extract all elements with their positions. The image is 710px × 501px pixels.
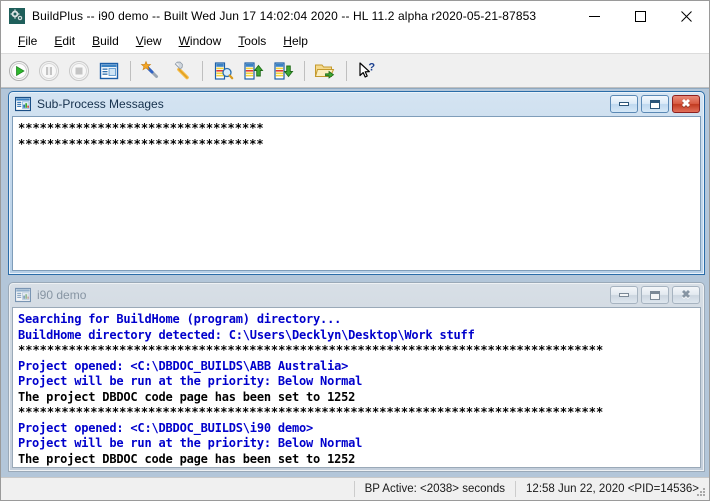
stop-button[interactable] [65,57,93,85]
window-titlebar: BuildPlus -- i90 demo -- Built Wed Jun 1… [1,1,709,31]
wrench-icon [170,60,192,82]
console-line: Project opened: <C:\DBDOC_BUILDS\i90 dem… [18,421,695,437]
open-folder-icon [314,60,336,82]
minimize-icon [619,102,629,106]
report-down-icon [272,60,294,82]
console-line: Searching for BuildHome (program) direct… [18,312,695,328]
mdi-title-label: Sub-Process Messages [37,97,164,111]
console-line: BuildHome directory detected: C:\Users\D… [18,328,695,344]
console-line: ********************************** [18,121,695,137]
console-line: The project DBDOC code page has been set… [18,390,695,406]
mdi-close-button[interactable]: ✖ [672,95,700,113]
toolbar-separator [304,61,305,81]
mdi-titlebar-i90-demo[interactable]: i90 demo ✖ [9,283,704,307]
menu-item-file[interactable]: File [10,33,46,50]
export-report-button[interactable] [269,57,297,85]
mdi-body-i90-demo: Searching for BuildHome (program) direct… [12,307,701,468]
settings-button[interactable] [167,57,195,85]
console-line: ****************************************… [18,343,695,359]
open-project-button[interactable] [311,57,339,85]
console-line: Project will be run at the priority: Bel… [18,436,695,452]
help-pointer-icon: ? [356,60,378,82]
close-icon: ✖ [681,99,690,110]
menu-item-window[interactable]: Window [171,33,231,50]
console-line: ****************************************… [18,405,695,421]
menu-accelerator: T [238,34,244,48]
restore-icon [650,291,660,300]
report-up-icon [242,60,264,82]
maximize-icon [635,11,646,22]
status-active-time: BP Active: <2038> seconds [355,478,515,500]
toolbar-separator [202,61,203,81]
toolbar-separator [130,61,131,81]
context-help-button[interactable]: ? [353,57,381,85]
pause-button[interactable] [35,57,63,85]
resize-grip-icon[interactable] [695,486,707,498]
mdi-minimize-button[interactable] [610,286,638,304]
mdi-button-group: ✖ [610,95,700,113]
menu-accelerator: H [283,34,292,48]
mdi-window-sub-process-messages[interactable]: Sub-Process Messages ✖ *****************… [8,91,705,275]
menu-item-tools[interactable]: Tools [230,33,275,50]
mdi-title-label: i90 demo [37,288,86,302]
mdi-restore-button[interactable] [641,95,669,113]
console-line: Project will be run at the priority: Bel… [18,374,695,390]
close-button[interactable] [663,1,709,31]
console-line: Project opened: <C:\DBDOC_BUILDS\ABB Aus… [18,359,695,375]
mdi-button-group: ✖ [610,286,700,304]
menu-accelerator: F [18,34,25,48]
mdi-body-sub-process-messages: ****************************************… [12,116,701,271]
run-button[interactable] [5,57,33,85]
minimize-button[interactable] [571,1,617,31]
console-line: The project DBDOC code page has been set… [18,452,695,468]
mdi-window-i90-demo[interactable]: i90 demo ✖ Searching for BuildHome (prog… [8,282,705,472]
menu-item-edit[interactable]: Edit [46,33,84,50]
mdi-titlebar-sub-process-messages[interactable]: Sub-Process Messages ✖ [9,92,704,116]
mdi-minimize-button[interactable] [610,95,638,113]
mdi-client-area: Sub-Process Messages ✖ *****************… [1,88,709,477]
menu-accelerator: W [179,34,190,48]
mdi-close-button[interactable]: ✖ [672,286,700,304]
menu-accelerator: E [54,34,62,48]
menu-bar: FileEditBuildViewWindowToolsHelp [1,31,709,53]
restore-icon [650,100,660,109]
minimize-icon [589,11,600,22]
toolbar: ? [1,53,709,88]
view-report-button[interactable] [209,57,237,85]
toolbar-separator [346,61,347,81]
import-report-button[interactable] [239,57,267,85]
window-title: BuildPlus -- i90 demo -- Built Wed Jun 1… [32,9,536,23]
report-window-icon [98,60,120,82]
console-output-i90-demo: Searching for BuildHome (program) direct… [13,308,700,467]
mdi-restore-button[interactable] [641,286,669,304]
menu-item-help[interactable]: Help [275,33,317,50]
pause-icon [38,60,60,82]
close-icon [681,11,692,22]
console-line: ********************************** [18,137,695,153]
menu-accelerator: B [92,34,100,48]
svg-text:?: ? [368,61,375,73]
menu-item-view[interactable]: View [128,33,171,50]
magic-wand-icon [140,60,162,82]
stop-icon [68,60,90,82]
caption-button-group [571,1,709,31]
status-bar: BP Active: <2038> seconds 12:58 Jun 22, … [1,477,709,500]
status-message-pane [1,478,354,500]
menu-item-build[interactable]: Build [84,33,128,50]
maximize-button[interactable] [617,1,663,31]
report-window-icon [15,287,31,303]
gears-icon [9,8,25,24]
application-window: BuildPlus -- i90 demo -- Built Wed Jun 1… [0,0,710,501]
report-search-icon [212,60,234,82]
minimize-icon [619,293,629,297]
console-output-sub-process-messages: ****************************************… [13,117,700,152]
wizard-button[interactable] [137,57,165,85]
status-timestamp: 12:58 Jun 22, 2020 <PID=14536> [516,478,709,500]
menu-accelerator: V [136,34,144,48]
play-icon [8,60,30,82]
report-window-icon [15,96,31,112]
close-icon: ✖ [681,290,690,301]
report-window-button[interactable] [95,57,123,85]
